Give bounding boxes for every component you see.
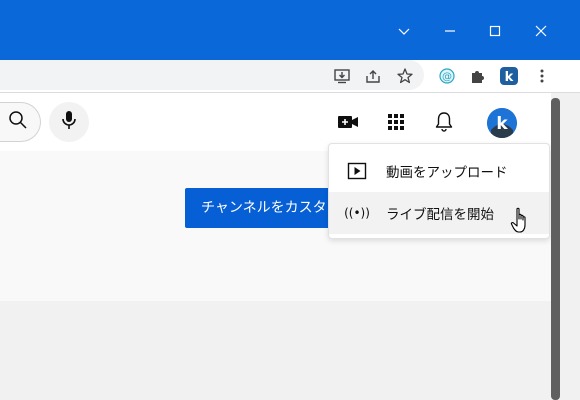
customize-channel-button[interactable]: チャンネルをカスタマイズ — [185, 188, 350, 228]
more-vert-icon[interactable] — [531, 65, 553, 87]
install-app-icon[interactable] — [331, 65, 353, 87]
maximize-icon[interactable] — [481, 18, 509, 44]
svg-text:k: k — [496, 114, 508, 134]
menu-item-label: ライブ配信を開始 — [386, 207, 494, 223]
youtube-page — [0, 93, 551, 400]
scrollbar-thumb[interactable] — [551, 98, 560, 400]
hand-cursor-icon — [510, 207, 532, 235]
profile-icon[interactable]: k — [498, 65, 520, 87]
extension-at-icon[interactable]: @ — [436, 65, 458, 87]
extensions-puzzle-icon[interactable] — [467, 65, 489, 87]
minimize-icon[interactable] — [436, 18, 464, 44]
avatar[interactable]: k — [487, 108, 517, 138]
menu-item-label: 動画をアップロード — [386, 165, 508, 181]
tab-search-chevron-down-icon[interactable] — [390, 18, 418, 44]
address-bar[interactable] — [0, 60, 424, 90]
search-button[interactable] — [0, 102, 41, 142]
browser-titlebar — [0, 0, 580, 60]
menu-item-upload-video[interactable]: 動画をアップロード — [329, 150, 549, 192]
live-broadcast-icon: ((•)) — [344, 206, 370, 220]
search-icon — [8, 110, 28, 134]
apps-grid-icon[interactable] — [384, 110, 408, 134]
svg-text:@: @ — [442, 72, 452, 83]
upload-video-icon — [345, 159, 369, 183]
notifications-bell-icon[interactable] — [432, 110, 456, 134]
browser-toolbar: @ k — [0, 60, 580, 92]
close-icon[interactable] — [527, 18, 555, 44]
bookmark-star-icon[interactable] — [394, 65, 416, 87]
share-icon[interactable] — [362, 65, 384, 87]
voice-search-button[interactable] — [49, 102, 89, 142]
svg-text:k: k — [505, 70, 514, 85]
channel-content-area — [0, 301, 551, 400]
create-video-icon[interactable] — [336, 110, 360, 134]
microphone-icon — [60, 110, 78, 134]
